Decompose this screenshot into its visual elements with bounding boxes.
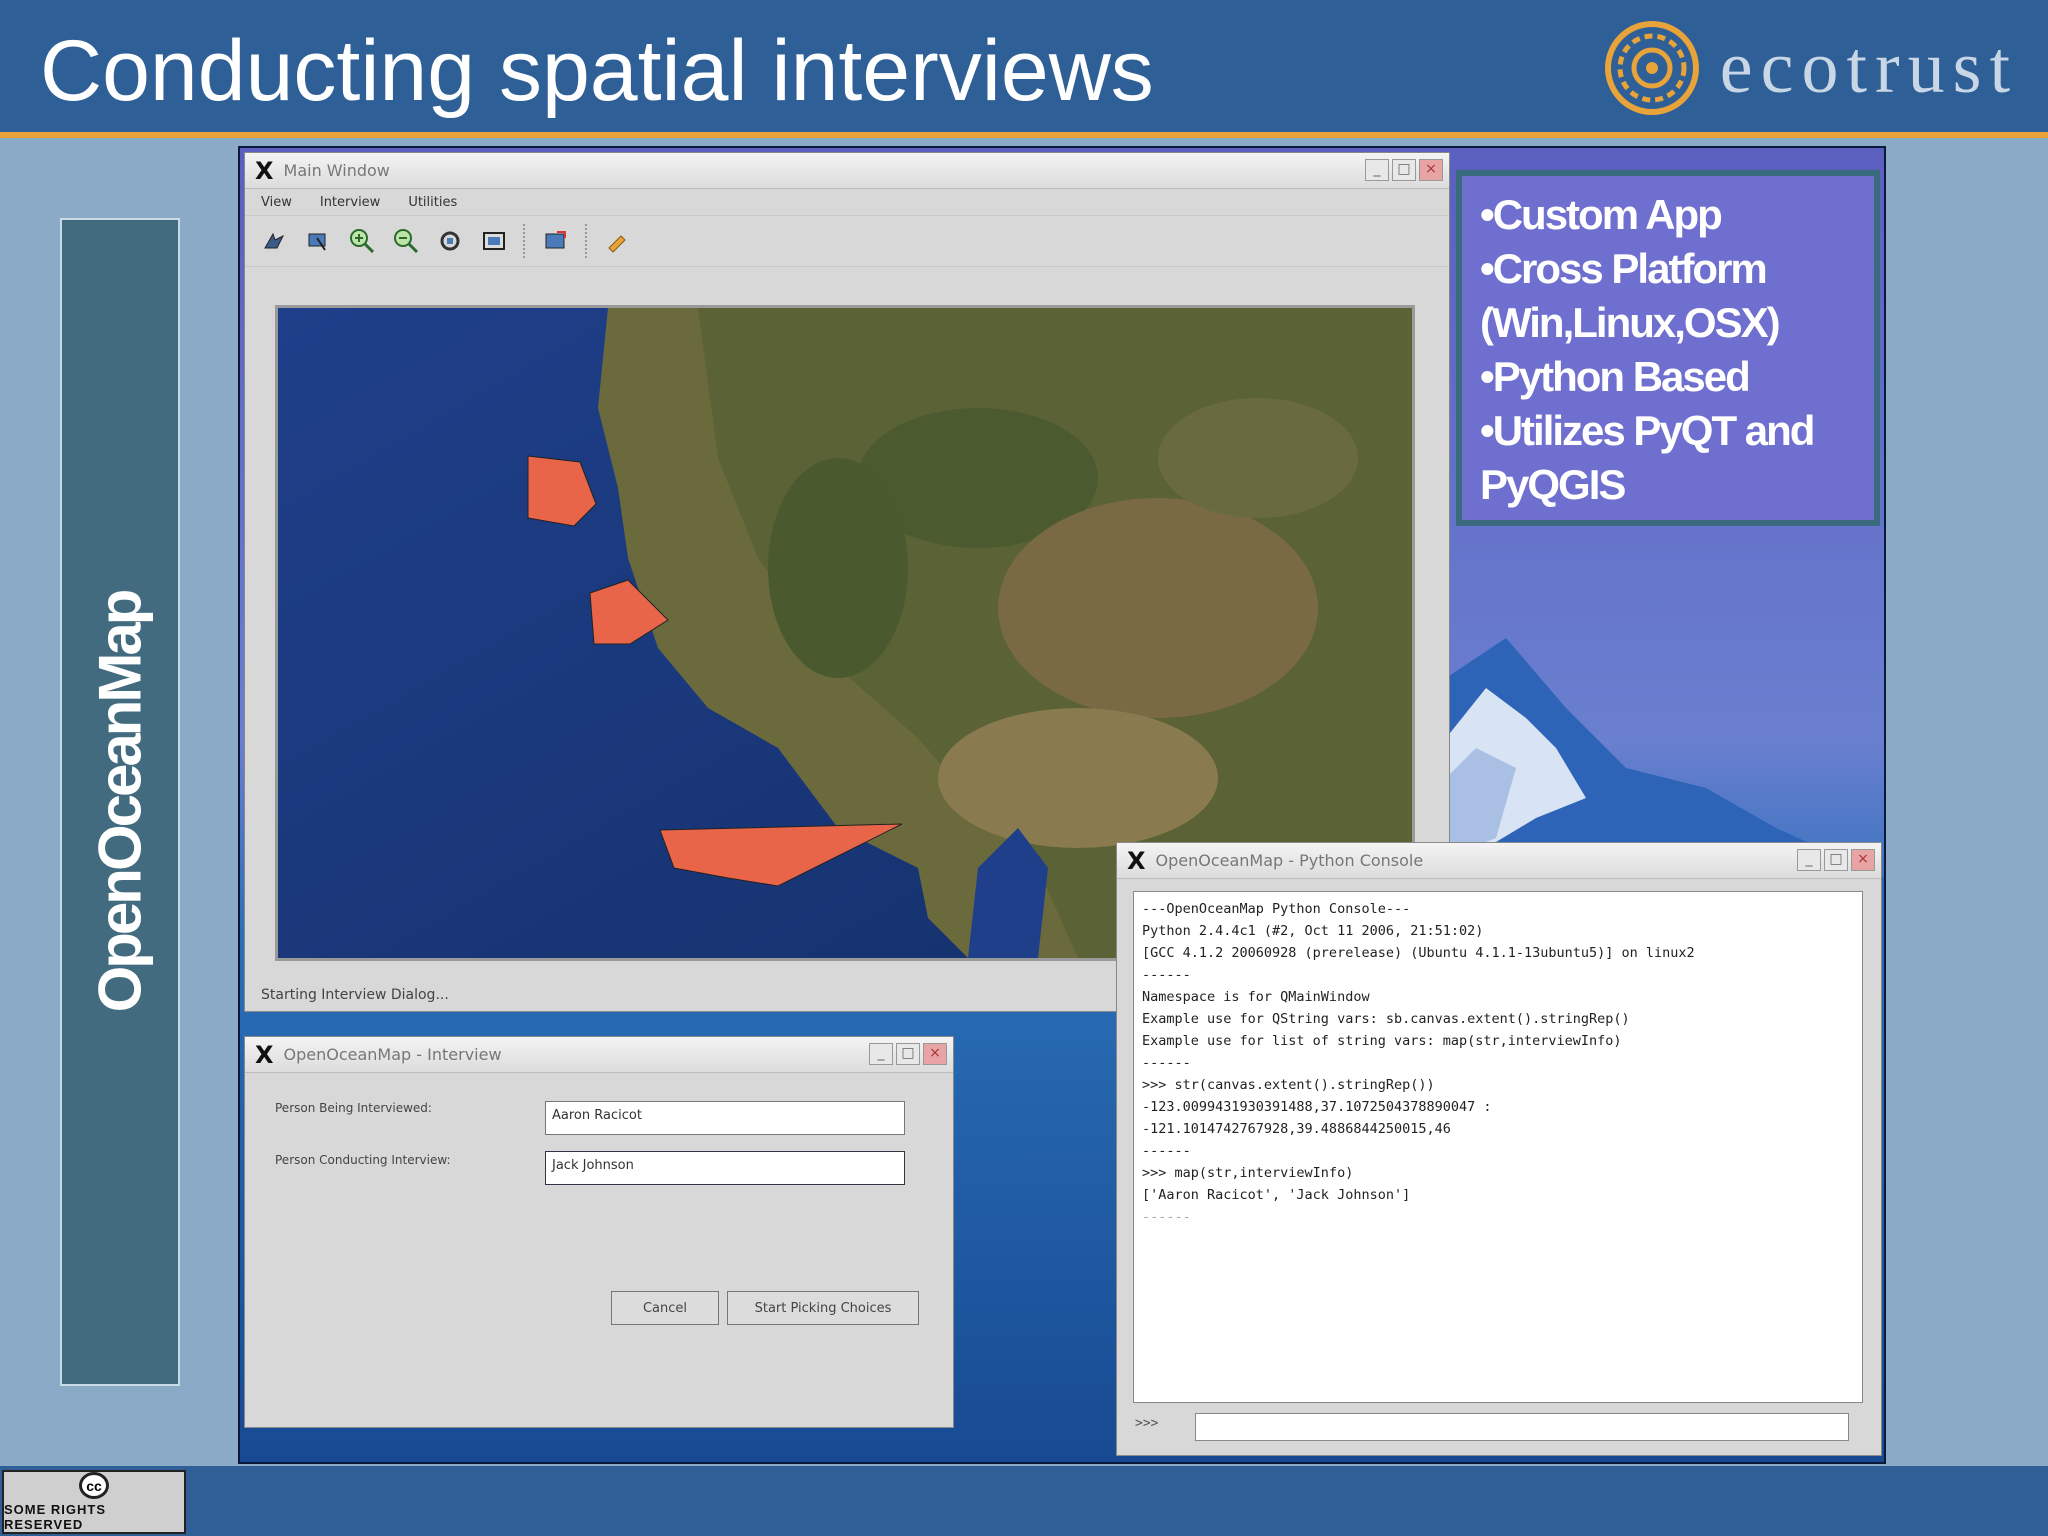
side-label: OpenOceanMap: [86, 591, 154, 1013]
console-line: ------: [1142, 1143, 1191, 1159]
console-line: [GCC 4.1.2 20060928 (prerelease) (Ubuntu…: [1142, 945, 1695, 961]
console-prompt: >>>: [1135, 1416, 1159, 1431]
zoom-out-icon[interactable]: [391, 226, 421, 256]
bullet-item: •Custom App: [1480, 191, 1723, 238]
full-extent-icon[interactable]: [479, 226, 509, 256]
console-line: ---OpenOceanMap Python Console---: [1142, 901, 1411, 917]
status-bar: Starting Interview Dialog...: [261, 987, 449, 1003]
console-output[interactable]: ---OpenOceanMap Python Console--- Python…: [1133, 891, 1863, 1403]
console-line: ------: [1142, 1209, 1191, 1225]
close-button[interactable]: ×: [923, 1043, 947, 1065]
console-input[interactable]: [1195, 1413, 1849, 1441]
maximize-button[interactable]: □: [1392, 159, 1416, 181]
maximize-button[interactable]: □: [1824, 849, 1848, 871]
console-line: ['Aaron Racicot', 'Jack Johnson']: [1142, 1187, 1411, 1203]
console-line: >>> str(canvas.extent().stringRep()): [1142, 1077, 1435, 1093]
minimize-button[interactable]: _: [1365, 159, 1389, 181]
main-toolbar: [245, 215, 1449, 267]
refresh-icon[interactable]: [435, 226, 465, 256]
x-logo-icon: X: [255, 1040, 274, 1069]
bullet-item: PyQGIS: [1480, 461, 1626, 508]
console-line: >>> map(str,interviewInfo): [1142, 1165, 1354, 1181]
edit-icon[interactable]: [603, 226, 633, 256]
interviewer-input[interactable]: Jack Johnson: [545, 1151, 905, 1185]
logo-text: ecotrust: [1719, 26, 2018, 109]
menu-utilities[interactable]: Utilities: [408, 195, 457, 210]
cc-icon: cc: [79, 1472, 109, 1499]
console-line: ------: [1142, 1055, 1191, 1071]
bullet-item: •Utilizes PyQT and: [1480, 407, 1815, 454]
side-panel: OpenOceanMap: [60, 218, 180, 1386]
pan-icon[interactable]: [259, 226, 289, 256]
interview-window-titlebar[interactable]: X OpenOceanMap - Interview _ □ ×: [245, 1037, 953, 1073]
interviewee-label: Person Being Interviewed:: [275, 1101, 432, 1115]
console-line: -121.1014742767928,39.4886844250015,46: [1142, 1121, 1451, 1137]
zoom-in-icon[interactable]: [347, 226, 377, 256]
minimize-button[interactable]: _: [1797, 849, 1821, 871]
interview-window: X OpenOceanMap - Interview _ □ × Person …: [244, 1036, 954, 1428]
draw-shape-icon[interactable]: [541, 226, 571, 256]
cc-badge-text: SOME RIGHTS RESERVED: [4, 1502, 107, 1532]
console-line: Example use for QString vars: sb.canvas.…: [1142, 1011, 1630, 1027]
ecotrust-logo: ecotrust: [1602, 18, 2018, 118]
interview-window-title: OpenOceanMap - Interview: [283, 1045, 502, 1064]
console-window-title: OpenOceanMap - Python Console: [1155, 851, 1424, 870]
console-line: ------: [1142, 967, 1191, 983]
bullet-item: •Python Based: [1480, 353, 1751, 400]
console-line: -123.0099431930391488,37.107250437889004…: [1142, 1099, 1492, 1115]
toolbar-separator: [523, 224, 527, 258]
menu-interview[interactable]: Interview: [320, 195, 380, 210]
console-line: Python 2.4.4c1 (#2, Oct 11 2006, 21:51:0…: [1142, 923, 1484, 939]
interviewee-input[interactable]: Aaron Racicot: [545, 1101, 905, 1135]
cancel-button[interactable]: Cancel: [611, 1291, 719, 1325]
console-line: Example use for list of string vars: map…: [1142, 1033, 1622, 1049]
select-icon[interactable]: [303, 226, 333, 256]
ecotrust-emblem-icon: [1604, 21, 1699, 115]
slide-header: Conducting spatial interviews ecotrust: [0, 0, 2048, 138]
toolbar-separator: [585, 224, 589, 258]
x-logo-icon: X: [255, 156, 274, 185]
maximize-button[interactable]: □: [896, 1043, 920, 1065]
bullet-item: (Win,Linux,OSX): [1480, 299, 1781, 346]
start-picking-choices-button[interactable]: Start Picking Choices: [727, 1291, 919, 1325]
slide-title: Conducting spatial interviews: [40, 23, 1154, 119]
interviewer-label: Person Conducting Interview:: [275, 1153, 451, 1167]
x-logo-icon: X: [1127, 846, 1146, 875]
bullet-item: •Cross Platform: [1480, 245, 1768, 292]
close-button[interactable]: ×: [1851, 849, 1875, 871]
minimize-button[interactable]: _: [869, 1043, 893, 1065]
console-window-titlebar[interactable]: X OpenOceanMap - Python Console _ □ ×: [1117, 843, 1881, 879]
main-window-titlebar[interactable]: X Main Window _ □ ×: [245, 153, 1449, 189]
menu-view[interactable]: View: [261, 195, 292, 210]
main-window-title: Main Window: [283, 161, 390, 180]
console-window: X OpenOceanMap - Python Console _ □ × --…: [1116, 842, 1882, 1456]
slide-footer: [0, 1466, 2048, 1536]
main-menubar: View Interview Utilities: [245, 189, 1449, 215]
feature-bullets: •Custom App •Cross Platform (Win,Linux,O…: [1456, 170, 1880, 526]
creative-commons-badge: cc SOME RIGHTS RESERVED: [2, 1470, 186, 1534]
console-line: Namespace is for QMainWindow: [1142, 989, 1370, 1005]
close-button[interactable]: ×: [1419, 159, 1443, 181]
